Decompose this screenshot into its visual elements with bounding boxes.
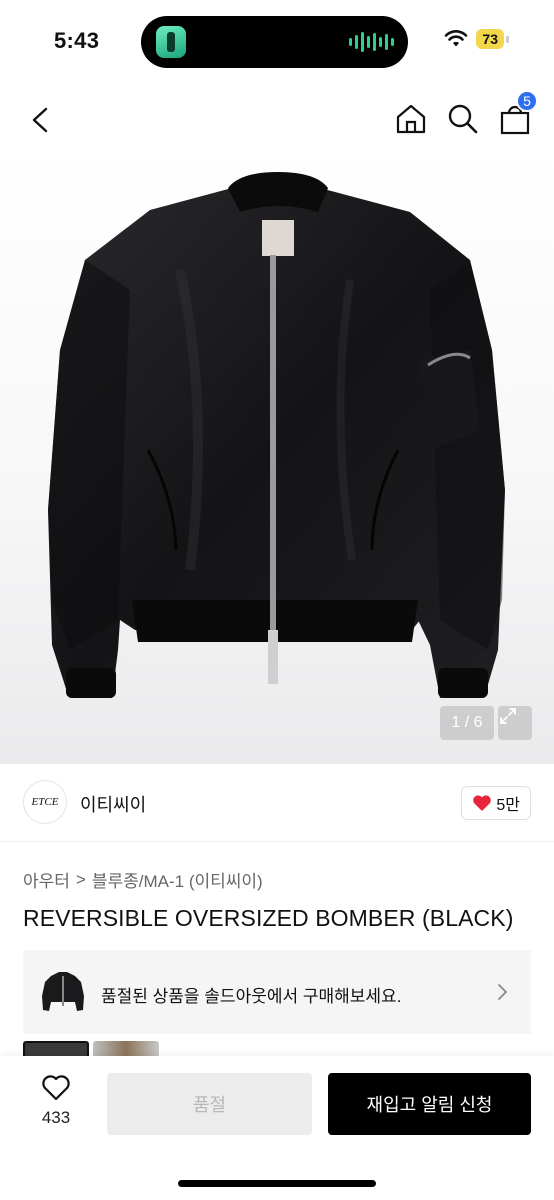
- dynamic-island: [141, 16, 408, 68]
- top-navigation: 5: [0, 90, 554, 150]
- wishlist-count: 433: [41, 1108, 71, 1127]
- breadcrumb-subcategory[interactable]: 블루종/MA-1 (이티씨이): [92, 867, 263, 892]
- cart-count-badge: 5: [516, 90, 538, 112]
- brand-logo[interactable]: ETCE: [23, 780, 67, 824]
- soldout-resale-banner[interactable]: 품절된 상품을 솔드아웃에서 구매해보세요.: [23, 950, 531, 1034]
- bomber-jacket-image: [48, 172, 505, 698]
- bottom-action-bar: 433 품절 재입고 알림 신청: [0, 1056, 554, 1200]
- audio-waveform-icon: [349, 31, 394, 53]
- fullscreen-button[interactable]: [498, 706, 532, 740]
- cart-button[interactable]: 5: [498, 90, 538, 136]
- product-image-carousel[interactable]: 1 / 6: [0, 150, 554, 764]
- jacket-thumbnail: [42, 972, 84, 1011]
- search-icon[interactable]: [446, 102, 480, 136]
- battery-indicator: 73: [476, 29, 509, 49]
- soldout-button[interactable]: 품절: [107, 1073, 312, 1135]
- brand-like-count: 5만: [496, 797, 520, 814]
- product-title: REVERSIBLE OVERSIZED BOMBER (BLACK): [23, 905, 514, 931]
- home-icon[interactable]: [394, 102, 428, 136]
- nav-actions: 5: [394, 90, 538, 136]
- brand-logo-text: ETCE: [31, 796, 59, 808]
- back-arrow-icon[interactable]: [26, 104, 56, 136]
- home-indicator: [178, 1180, 376, 1187]
- image-counter: 1 / 6: [440, 706, 494, 740]
- breadcrumb-separator: >: [75, 869, 86, 889]
- breadcrumb: 아우터 > 블루종/MA-1 (이티씨이): [23, 867, 263, 892]
- heart-outline-icon: [42, 1075, 70, 1101]
- status-indicators: 73: [444, 29, 509, 49]
- brand-name-link[interactable]: 이티씨이: [80, 791, 146, 817]
- heart-filled-icon: [473, 795, 492, 811]
- wishlist-button[interactable]: 433: [30, 1074, 82, 1128]
- now-playing-app-icon: [156, 26, 186, 58]
- wifi-icon: [445, 30, 468, 47]
- brand-like-button[interactable]: 5만: [461, 786, 531, 820]
- status-time: 5:43: [54, 28, 100, 53]
- chevron-right-icon: [498, 984, 508, 1000]
- restock-alert-button[interactable]: 재입고 알림 신청: [328, 1073, 531, 1135]
- expand-icon: [500, 708, 516, 724]
- soldout-banner-text: 품절된 상품을 솔드아웃에서 구매해보세요.: [101, 987, 402, 1006]
- breadcrumb-category[interactable]: 아우터: [23, 867, 70, 892]
- status-bar: 5:43 73: [0, 0, 554, 80]
- brand-row: ETCE 이티씨이 5만: [0, 764, 554, 842]
